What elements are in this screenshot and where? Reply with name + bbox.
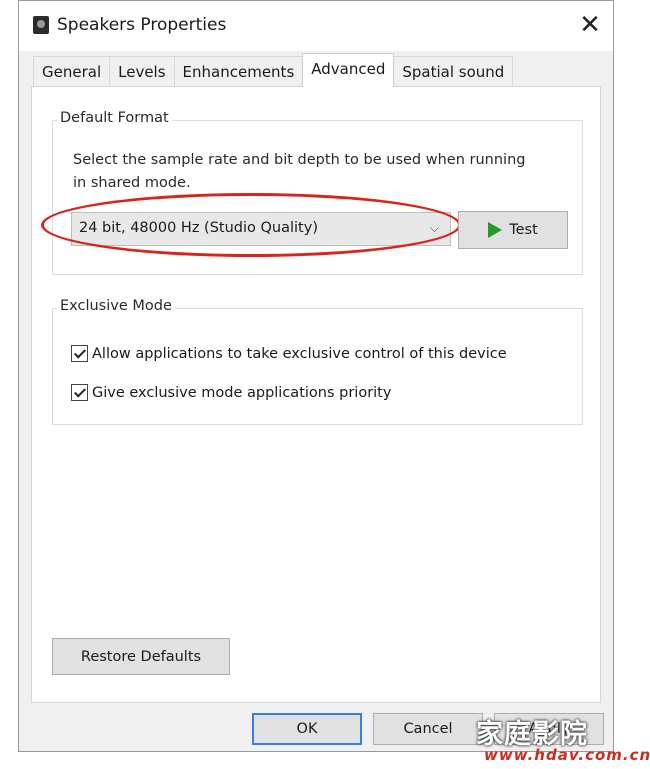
title-bar: Speakers Properties ✕ [19, 1, 613, 51]
ok-button[interactable]: OK [252, 713, 362, 745]
play-icon [488, 222, 503, 238]
window-title: Speakers Properties [57, 15, 227, 35]
restore-defaults-button[interactable]: Restore Defaults [52, 638, 230, 675]
default-format-title: Default Format [57, 110, 172, 126]
format-dropdown[interactable]: 24 bit, 48000 Hz (Studio Quality) ⌵ [71, 212, 451, 246]
tab-spatial-sound[interactable]: Spatial sound [393, 56, 514, 87]
allow-exclusive-label: Allow applications to take exclusive con… [92, 345, 507, 362]
apply-button[interactable]: Apply [494, 713, 604, 745]
priority-label: Give exclusive mode applications priorit… [92, 384, 392, 401]
allow-exclusive-checkbox[interactable] [71, 345, 88, 362]
cancel-button[interactable]: Cancel [373, 713, 483, 745]
test-button[interactable]: Test [458, 211, 568, 249]
default-format-description: Select the sample rate and bit depth to … [73, 152, 526, 191]
exclusive-mode-group: Exclusive Mode Allow applications to tak… [52, 298, 583, 425]
priority-checkbox[interactable] [71, 384, 88, 401]
close-button[interactable]: ✕ [567, 1, 613, 49]
chevron-down-icon: ⌵ [430, 221, 440, 235]
test-button-label: Test [509, 222, 538, 238]
advanced-tab-panel: Default Format Select the sample rate an… [31, 86, 601, 703]
exclusive-mode-title: Exclusive Mode [57, 298, 175, 314]
tab-enhancements[interactable]: Enhancements [173, 56, 304, 87]
tab-levels[interactable]: Levels [109, 56, 175, 87]
speakers-properties-window: Speakers Properties ✕ General Levels Enh… [18, 0, 614, 752]
priority-row[interactable]: Give exclusive mode applications priorit… [71, 384, 391, 401]
tab-bar: General Levels Enhancements Advanced Spa… [33, 53, 514, 87]
format-dropdown-value: 24 bit, 48000 Hz (Studio Quality) [79, 220, 318, 236]
allow-exclusive-row[interactable]: Allow applications to take exclusive con… [71, 345, 507, 362]
tab-general[interactable]: General [33, 56, 111, 87]
default-format-group: Default Format Select the sample rate an… [41, 110, 583, 275]
tab-advanced[interactable]: Advanced [302, 53, 395, 87]
speaker-icon [33, 16, 49, 34]
